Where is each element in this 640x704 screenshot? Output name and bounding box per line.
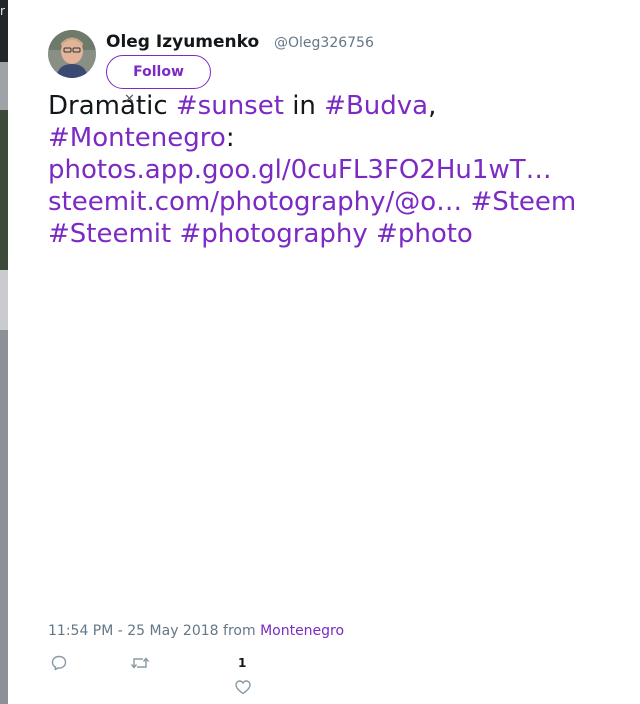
tweet-card: Oleg Izyumenko @Oleg326756 Follow Dramat… xyxy=(8,0,640,704)
reply-icon[interactable] xyxy=(50,654,68,676)
tweet-line-5: #Steemit #photography #photo xyxy=(48,218,628,250)
link-photos[interactable]: photos.app.goo.gl/0cuFL3FO2Hu1wT… xyxy=(48,155,552,185)
tweet-text: Dramatic #sunset in #Budva, #Montenegro:… xyxy=(48,90,628,250)
tweet-comma: , xyxy=(428,91,437,121)
retweet-icon[interactable] xyxy=(130,654,150,676)
background-page-edge: r xyxy=(0,0,8,704)
from-label: from xyxy=(223,623,256,639)
author-handle[interactable]: @Oleg326756 xyxy=(274,35,374,51)
tweet-line-3: photos.app.goo.gl/0cuFL3FO2Hu1wT… xyxy=(48,154,628,186)
hashtag-photo[interactable]: #photo xyxy=(376,219,473,249)
hashtag-steemit[interactable]: #Steemit xyxy=(48,219,171,249)
tweet-metadata: 11:54 PM - 25 May 2018 from Montenegro xyxy=(48,623,344,639)
author-name[interactable]: Oleg Izyumenko xyxy=(106,32,259,52)
hashtag-sunset[interactable]: #sunset xyxy=(176,91,284,121)
tweet-word-dramatic: Dramatic xyxy=(48,91,168,121)
tweet-line-1: Dramatic #sunset in #Budva, xyxy=(48,90,628,122)
hashtag-budva[interactable]: #Budva xyxy=(324,91,428,121)
tweet-actions: 1 xyxy=(48,652,288,702)
background-edge-text: r xyxy=(0,4,5,18)
avatar[interactable] xyxy=(48,30,96,78)
like-count: 1 xyxy=(238,656,247,670)
tweet-colon: : xyxy=(225,123,235,153)
location-link[interactable]: Montenegro xyxy=(260,623,344,639)
follow-button[interactable]: Follow xyxy=(106,55,211,89)
tweet-line-2: #Montenegro: xyxy=(48,122,628,154)
tweet-line-4: steemit.com/photography/@o… #Steem xyxy=(48,186,628,218)
heart-icon[interactable] xyxy=(234,678,252,700)
hashtag-steem[interactable]: #Steem xyxy=(470,187,576,217)
hashtag-montenegro[interactable]: #Montenegro xyxy=(48,123,226,153)
tweet-word-in: in xyxy=(292,91,316,121)
hashtag-photography[interactable]: #photography xyxy=(180,219,368,249)
tweet-timestamp[interactable]: 11:54 PM - 25 May 2018 xyxy=(48,623,219,639)
link-steemit[interactable]: steemit.com/photography/@o… xyxy=(48,187,462,217)
close-icon[interactable]: ✕ xyxy=(124,92,135,107)
